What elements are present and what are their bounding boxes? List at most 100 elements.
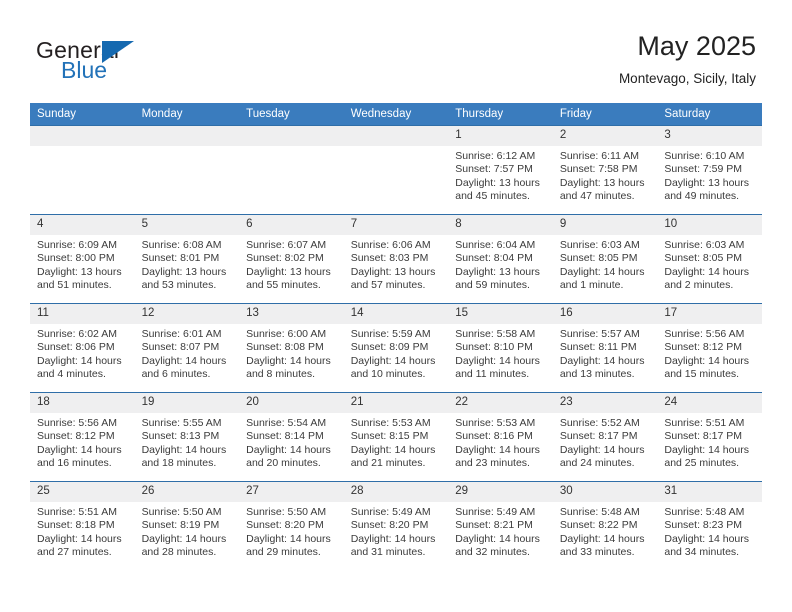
- weekday-header-thursday: Thursday: [448, 103, 553, 126]
- day-sun-info: Sunrise: 6:11 AM Sunset: 7:58 PM Dayligh…: [559, 150, 645, 203]
- calendar-week-row: 18 Sunrise: 5:56 AM Sunset: 8:12 PM Dayli…: [30, 392, 762, 482]
- calendar-day-cell[interactable]: 27 Sunrise: 5:50 AM Sunset: 8:20 PM Dayli…: [239, 481, 344, 570]
- day-sun-info: Sunrise: 5:59 AM Sunset: 8:09 PM Dayligh…: [350, 328, 436, 381]
- day-sun-info: Sunrise: 6:08 AM Sunset: 8:01 PM Dayligh…: [141, 239, 227, 292]
- day-sun-info: Sunrise: 5:49 AM Sunset: 8:20 PM Dayligh…: [350, 506, 436, 559]
- calendar-day-cell[interactable]: 16 Sunrise: 5:57 AM Sunset: 8:11 PM Dayli…: [552, 303, 658, 393]
- calendar-day-cell[interactable]: 20 Sunrise: 5:54 AM Sunset: 8:14 PM Dayli…: [239, 392, 344, 482]
- day-sun-info: Sunrise: 5:53 AM Sunset: 8:16 PM Dayligh…: [455, 417, 540, 470]
- day-number: 9: [552, 215, 658, 235]
- calendar-day-cell[interactable]: 21 Sunrise: 5:53 AM Sunset: 8:15 PM Dayli…: [343, 392, 449, 482]
- calendar-day-cell[interactable]: 8 Sunrise: 6:04 AM Sunset: 8:04 PM Daylig…: [448, 214, 553, 304]
- day-number: 27: [239, 482, 344, 502]
- day-sun-info: Sunrise: 6:03 AM Sunset: 8:05 PM Dayligh…: [664, 239, 750, 292]
- day-number: 3: [657, 126, 762, 146]
- calendar-day-cell[interactable]: 11 Sunrise: 6:02 AM Sunset: 8:06 PM Dayli…: [30, 303, 135, 393]
- day-number: 18: [30, 393, 135, 413]
- weekday-header-saturday: Saturday: [657, 103, 762, 126]
- day-sun-info: Sunrise: 5:48 AM Sunset: 8:23 PM Dayligh…: [664, 506, 750, 559]
- calendar-day-cell[interactable]: 15 Sunrise: 5:58 AM Sunset: 8:10 PM Dayli…: [448, 303, 553, 393]
- day-number: [343, 126, 449, 146]
- day-number: [239, 126, 344, 146]
- weekday-header-monday: Monday: [134, 103, 240, 126]
- day-number: 23: [552, 393, 658, 413]
- calendar-page: General Blue May 2025 Montevago, Sicily,…: [0, 0, 792, 612]
- day-sun-info: Sunrise: 5:51 AM Sunset: 8:17 PM Dayligh…: [664, 417, 750, 470]
- calendar-day-cell[interactable]: 28 Sunrise: 5:49 AM Sunset: 8:20 PM Dayli…: [343, 481, 449, 570]
- calendar-day-cell[interactable]: 25 Sunrise: 5:51 AM Sunset: 8:18 PM Dayli…: [30, 481, 135, 570]
- calendar-day-cell[interactable]: 19 Sunrise: 5:55 AM Sunset: 8:13 PM Dayli…: [134, 392, 240, 482]
- day-sun-info: Sunrise: 5:52 AM Sunset: 8:17 PM Dayligh…: [559, 417, 645, 470]
- day-sun-info: Sunrise: 5:50 AM Sunset: 8:20 PM Dayligh…: [246, 506, 331, 559]
- calendar-day-cell[interactable]: 5 Sunrise: 6:08 AM Sunset: 8:01 PM Daylig…: [134, 214, 240, 304]
- calendar-day-cell[interactable]: 24 Sunrise: 5:51 AM Sunset: 8:17 PM Dayli…: [657, 392, 762, 482]
- brand-name-blue: Blue: [61, 57, 108, 83]
- calendar-day-cell[interactable]: 12 Sunrise: 6:01 AM Sunset: 8:07 PM Dayli…: [134, 303, 240, 393]
- calendar-day-cell[interactable]: 3 Sunrise: 6:10 AM Sunset: 7:59 PM Daylig…: [657, 125, 762, 215]
- weekday-header-sunday: Sunday: [30, 103, 135, 126]
- calendar-week-row: 11 Sunrise: 6:02 AM Sunset: 8:06 PM Dayli…: [30, 303, 762, 393]
- day-sun-info: Sunrise: 5:50 AM Sunset: 8:19 PM Dayligh…: [141, 506, 227, 559]
- page-header: General Blue May 2025 Montevago, Sicily,…: [0, 0, 792, 100]
- location-subtitle: Montevago, Sicily, Italy: [618, 71, 756, 86]
- calendar-day-cell-empty: [239, 125, 344, 215]
- day-sun-info: Sunrise: 5:55 AM Sunset: 8:13 PM Dayligh…: [141, 417, 227, 470]
- calendar-day-cell[interactable]: 23 Sunrise: 5:52 AM Sunset: 8:17 PM Dayli…: [552, 392, 658, 482]
- day-number: 11: [30, 304, 135, 324]
- calendar-day-cell[interactable]: 2 Sunrise: 6:11 AM Sunset: 7:58 PM Daylig…: [552, 125, 658, 215]
- day-sun-info: Sunrise: 6:12 AM Sunset: 7:57 PM Dayligh…: [455, 150, 540, 203]
- calendar-day-cell[interactable]: 4 Sunrise: 6:09 AM Sunset: 8:00 PM Daylig…: [30, 214, 135, 304]
- calendar-day-cell[interactable]: 18 Sunrise: 5:56 AM Sunset: 8:12 PM Dayli…: [30, 392, 135, 482]
- day-number: 31: [657, 482, 762, 502]
- brand-logo[interactable]: General Blue: [36, 37, 216, 89]
- day-sun-info: Sunrise: 6:02 AM Sunset: 8:06 PM Dayligh…: [37, 328, 122, 381]
- day-sun-info: Sunrise: 5:58 AM Sunset: 8:10 PM Dayligh…: [455, 328, 540, 381]
- calendar-day-cell-empty: [30, 125, 135, 215]
- day-number: 1: [448, 126, 553, 146]
- day-sun-info: Sunrise: 5:53 AM Sunset: 8:15 PM Dayligh…: [350, 417, 436, 470]
- day-number: 17: [657, 304, 762, 324]
- calendar-day-cell[interactable]: 17 Sunrise: 5:56 AM Sunset: 8:12 PM Dayli…: [657, 303, 762, 393]
- day-number: 6: [239, 215, 344, 235]
- day-sun-info: Sunrise: 6:00 AM Sunset: 8:08 PM Dayligh…: [246, 328, 331, 381]
- title-block: May 2025 Montevago, Sicily, Italy: [619, 30, 756, 87]
- calendar-day-cell[interactable]: 13 Sunrise: 6:00 AM Sunset: 8:08 PM Dayli…: [239, 303, 344, 393]
- day-number: 20: [239, 393, 344, 413]
- calendar-day-cell[interactable]: 30 Sunrise: 5:48 AM Sunset: 8:22 PM Dayli…: [552, 481, 658, 570]
- calendar-day-cell[interactable]: 22 Sunrise: 5:53 AM Sunset: 8:16 PM Dayli…: [448, 392, 553, 482]
- day-number: 7: [343, 215, 449, 235]
- calendar-day-cell[interactable]: 9 Sunrise: 6:03 AM Sunset: 8:05 PM Daylig…: [552, 214, 658, 304]
- day-number: 4: [30, 215, 135, 235]
- day-sun-info: Sunrise: 5:51 AM Sunset: 8:18 PM Dayligh…: [37, 506, 122, 559]
- day-number: 30: [552, 482, 658, 502]
- day-number: 25: [30, 482, 135, 502]
- calendar-day-cell[interactable]: 10 Sunrise: 6:03 AM Sunset: 8:05 PM Dayli…: [657, 214, 762, 304]
- calendar-day-cell[interactable]: 29 Sunrise: 5:49 AM Sunset: 8:21 PM Dayli…: [448, 481, 553, 570]
- day-number: 5: [134, 215, 240, 235]
- day-number: 2: [552, 126, 658, 146]
- day-number: [134, 126, 240, 146]
- day-sun-info: Sunrise: 6:04 AM Sunset: 8:04 PM Dayligh…: [455, 239, 540, 292]
- day-number: 21: [343, 393, 449, 413]
- calendar-day-cell-empty: [343, 125, 449, 215]
- calendar-day-cell[interactable]: 26 Sunrise: 5:50 AM Sunset: 8:19 PM Dayli…: [134, 481, 240, 570]
- day-number: 10: [657, 215, 762, 235]
- day-number: 22: [448, 393, 553, 413]
- day-sun-info: Sunrise: 5:49 AM Sunset: 8:21 PM Dayligh…: [455, 506, 540, 559]
- weekday-header-wednesday: Wednesday: [343, 103, 449, 126]
- calendar-week-row: 25 Sunrise: 5:51 AM Sunset: 8:18 PM Dayli…: [30, 481, 762, 570]
- calendar-day-cell[interactable]: 1 Sunrise: 6:12 AM Sunset: 7:57 PM Daylig…: [448, 125, 553, 215]
- day-number: 16: [552, 304, 658, 324]
- day-number: 29: [448, 482, 553, 502]
- calendar-day-cell[interactable]: 31 Sunrise: 5:48 AM Sunset: 8:23 PM Dayli…: [657, 481, 762, 570]
- day-number: 28: [343, 482, 449, 502]
- day-sun-info: Sunrise: 5:48 AM Sunset: 8:22 PM Dayligh…: [559, 506, 645, 559]
- day-number: [30, 126, 135, 146]
- calendar-day-cell[interactable]: 6 Sunrise: 6:07 AM Sunset: 8:02 PM Daylig…: [239, 214, 344, 304]
- weekday-header-friday: Friday: [552, 103, 658, 126]
- calendar-day-cell[interactable]: 14 Sunrise: 5:59 AM Sunset: 8:09 PM Dayli…: [343, 303, 449, 393]
- day-sun-info: Sunrise: 5:56 AM Sunset: 8:12 PM Dayligh…: [37, 417, 122, 470]
- day-number: 19: [134, 393, 240, 413]
- weekday-header-row: Sunday Monday Tuesday Wednesday Thursday…: [30, 103, 762, 126]
- calendar-day-cell[interactable]: 7 Sunrise: 6:06 AM Sunset: 8:03 PM Daylig…: [343, 214, 449, 304]
